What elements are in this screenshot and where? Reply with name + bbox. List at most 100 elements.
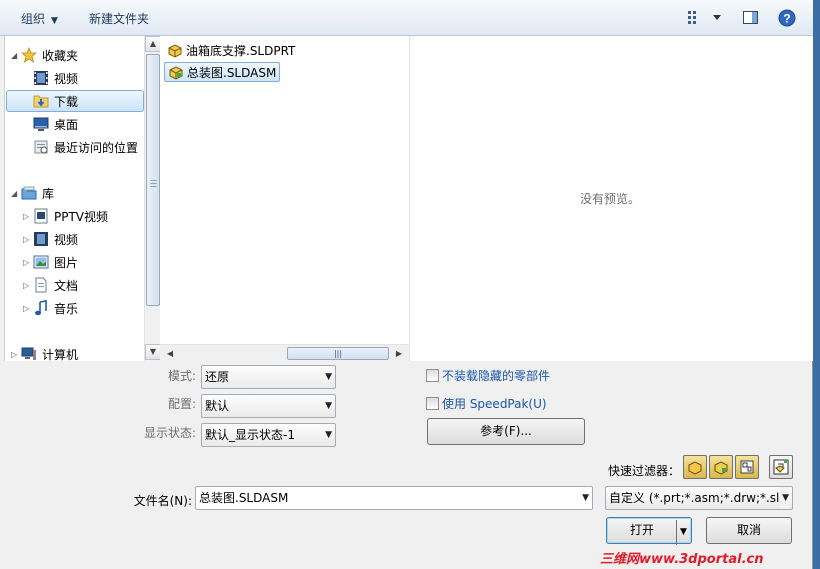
chevron-down-icon: ▼ — [325, 401, 332, 411]
scroll-down-arrow-icon[interactable]: ▼ — [145, 344, 161, 360]
help-icon: ? — [778, 9, 796, 27]
file-type-value: 自定义 (*.prt;*.asm;*.drw;*.sld — [609, 491, 788, 505]
nav-item-desktop[interactable]: 桌面 — [33, 113, 78, 135]
nav-libraries[interactable]: ◢ 库 — [11, 182, 54, 204]
expand-icon: ▷ — [23, 303, 30, 313]
collapse-icon: ◢ — [11, 188, 18, 198]
references-button[interactable]: 参考(F)... — [427, 418, 585, 445]
chevron-down-icon[interactable]: ▼ — [676, 520, 690, 545]
expand-icon: ▷ — [11, 349, 18, 359]
filename-value: 总装图.SLDASM — [199, 491, 289, 505]
nav-libraries-label: 库 — [42, 186, 55, 201]
organize-button[interactable]: 组织 ▼ — [21, 10, 58, 27]
file-item-part[interactable]: 油箱底支撑.SLDPRT — [164, 40, 298, 60]
nav-item-pptv-videos[interactable]: ▷ PPTV视频 — [23, 205, 108, 227]
chevron-down-icon: ▼ — [325, 430, 332, 440]
nav-item-label: 文档 — [54, 278, 79, 293]
top-level-assembly-icon — [773, 459, 789, 475]
chevron-down-icon: ▼ — [325, 372, 332, 382]
nav-item-label: 视频 — [54, 71, 79, 86]
nav-item-label: PPTV视频 — [54, 209, 109, 224]
scroll-thumb[interactable]: — — — — [146, 54, 160, 306]
nav-item-label: 桌面 — [54, 117, 79, 132]
file-name: 总装图.SLDASM — [187, 65, 277, 80]
nav-item-recent-places[interactable]: 最近访问的位置 — [33, 136, 138, 158]
expand-icon: ▷ — [23, 280, 30, 290]
filter-assemblies-button[interactable] — [709, 455, 733, 479]
preview-pane: 没有预览。 — [409, 36, 813, 361]
expand-icon: ▷ — [23, 234, 30, 244]
nav-scrollbar[interactable]: ▲ — — — ▼ — [144, 36, 161, 361]
checkbox-label: 使用 SpeedPak(U) — [442, 397, 547, 411]
file-type-select[interactable]: 自定义 (*.prt;*.asm;*.drw;*.sld ▼ — [605, 486, 793, 510]
quick-filter-label: 快速过滤器： — [607, 464, 680, 478]
config-value: 默认 — [205, 399, 230, 413]
nav-item-videos[interactable]: 视频 — [33, 67, 78, 89]
filter-parts-button[interactable] — [683, 455, 707, 479]
checkbox-box[interactable] — [426, 369, 439, 382]
svg-text:?: ? — [783, 12, 790, 26]
hide-suppressed-checkbox[interactable]: 不装载隐藏的零部件 — [426, 367, 550, 384]
computer-icon — [21, 346, 37, 361]
cancel-button[interactable]: 取消 — [706, 517, 792, 544]
scroll-thumb[interactable]: ||| — [287, 347, 389, 360]
mode-select[interactable]: 还原 ▼ — [201, 365, 336, 389]
expand-icon: ▷ — [23, 257, 30, 267]
display-state-select[interactable]: 默认_显示状态-1 ▼ — [201, 423, 336, 447]
navigation-pane: ◢ 收藏夹 视频 下载 桌面 最近访问的位置 ◢ 库 ▷ PPTV视频 ▷ 视频… — [4, 36, 159, 361]
view-options-button[interactable] — [687, 9, 725, 30]
grip-icon: — — — — [150, 176, 157, 190]
nav-item-pictures[interactable]: ▷ 图片 — [23, 251, 78, 273]
nav-computer[interactable]: ▷ 计算机 — [11, 343, 78, 361]
file-item-assembly[interactable]: 总装图.SLDASM — [164, 62, 281, 82]
nav-item-label: 最近访问的位置 — [54, 140, 139, 155]
preview-pane-button[interactable] — [742, 9, 760, 30]
sldasm-icon — [168, 64, 184, 80]
filter-toplevel-button[interactable] — [769, 455, 793, 479]
new-folder-button[interactable]: 新建文件夹 — [89, 10, 149, 27]
file-name: 油箱底支撑.SLDPRT — [186, 43, 296, 58]
filter-drawings-button[interactable] — [735, 455, 759, 479]
music-icon — [33, 300, 49, 316]
film-icon — [33, 70, 49, 86]
filename-input[interactable]: 总装图.SLDASM ▼ — [195, 486, 593, 510]
help-button[interactable]: ? — [777, 8, 797, 31]
open-button[interactable]: 打开 ▼ — [606, 517, 692, 545]
desktop-icon — [33, 116, 49, 132]
file-list-scrollbar[interactable]: ◀ ||| ▶ — [160, 344, 409, 361]
mode-value: 还原 — [205, 370, 230, 384]
nav-favorites[interactable]: ◢ 收藏夹 — [11, 44, 78, 66]
nav-item-downloads[interactable]: 下载 — [6, 90, 144, 112]
scroll-up-arrow-icon[interactable]: ▲ — [145, 36, 161, 52]
nav-item-lib-videos[interactable]: ▷ 视频 — [23, 228, 78, 250]
nav-item-label: 下载 — [54, 94, 79, 109]
nav-item-documents[interactable]: ▷ 文档 — [23, 274, 78, 296]
display-state-value: 默认_显示状态-1 — [205, 428, 295, 442]
config-select[interactable]: 默认 ▼ — [201, 394, 336, 418]
preview-pane-icon — [743, 11, 758, 24]
filename-label: 文件名(N): — [133, 494, 192, 508]
config-label: 配置: — [167, 397, 196, 411]
open-file-dialog: 组织 ▼ 新建文件夹 ? ◢ 收藏夹 视频 下载 桌面 最近访问的位置 ◢ 库 … — [0, 0, 813, 569]
scroll-right-arrow-icon[interactable]: ▶ — [391, 346, 407, 361]
nav-item-music[interactable]: ▷ 音乐 — [23, 297, 78, 319]
nav-favorites-label: 收藏夹 — [42, 48, 79, 63]
part-filter-icon — [688, 461, 702, 475]
folder-video-icon — [33, 208, 49, 224]
downloads-folder-icon — [33, 93, 49, 109]
documents-icon — [33, 277, 49, 293]
assembly-filter-icon — [714, 461, 728, 475]
collapse-icon: ◢ — [11, 50, 18, 60]
pictures-icon — [33, 254, 49, 270]
checkbox-box[interactable] — [426, 397, 439, 410]
library-icon — [21, 185, 37, 201]
window-edge — [813, 0, 820, 569]
recent-places-icon — [33, 139, 49, 155]
speedpak-checkbox[interactable]: 使用 SpeedPak(U) — [426, 395, 547, 412]
nav-item-label: 音乐 — [54, 301, 79, 316]
sldprt-icon — [167, 42, 183, 58]
chevron-down-icon: ▼ — [51, 16, 58, 26]
toolbar: 组织 ▼ 新建文件夹 ? — [0, 0, 813, 36]
scroll-left-arrow-icon[interactable]: ◀ — [162, 346, 178, 361]
organize-label: 组织 — [21, 12, 46, 26]
